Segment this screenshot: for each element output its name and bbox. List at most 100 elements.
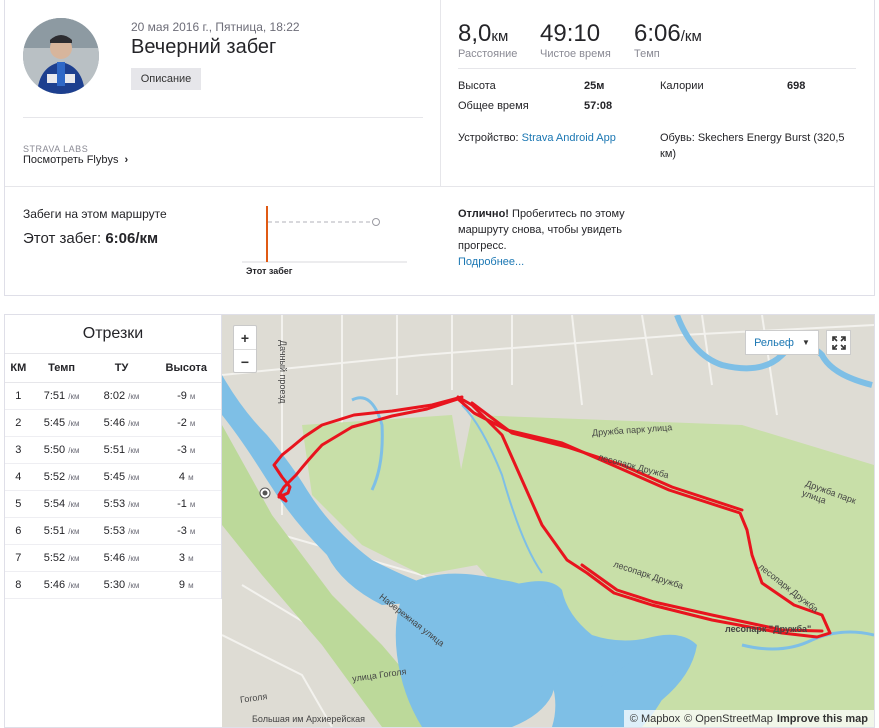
flyby-link-label: Посмотреть Flybys [23,154,119,166]
splits-row: 7 5:52 /км 5:46 /км 3 м [5,544,221,572]
map-layer-select[interactable]: Рельеф ▼ [745,330,819,355]
split-km: 4 [5,463,32,491]
device-label: Устройство: [458,132,519,144]
pace-label: Темп [634,48,660,60]
fullscreen-icon [831,335,846,350]
split-gap: 5:51 /км [91,436,152,464]
divider [440,0,441,186]
route-advice: Отлично! Пробегитесь по этому маршруту с… [458,206,648,270]
route-runs-title: Забеги на этом маршруте [23,207,167,221]
advice-bold: Отлично! [458,208,509,220]
map-canvas [222,315,874,727]
stat-pace: 6:06/км Темп [634,20,702,60]
split-pace: 5:51 /км [31,517,92,545]
shoes-info: Обувь: Skechers Energy Burst (320,5 км) [660,130,860,162]
split-km: 3 [5,436,32,464]
splits-map-panel: Отрезки КМ Темп ТУ Высота 1 7:51 /км 8:02 … [4,314,875,728]
this-run-pace: Этот забег: 6:06/км [23,230,158,247]
zoom-out-button[interactable]: − [234,350,256,373]
split-km: 2 [5,409,32,437]
zoom-control: + − [233,325,257,373]
split-km: 5 [5,490,32,518]
flyby-link[interactable]: Посмотреть Flybys › [23,154,128,166]
route-compare-chart: Этот забег [242,200,412,280]
split-gap: 5:45 /км [91,463,152,491]
pace-value: 6:06 [634,20,681,47]
mapbox-link[interactable]: © Mapbox [630,713,680,725]
activity-header-panel: 20 мая 2016 г., Пятница, 18:22 Вечерний … [4,0,875,296]
calories-value: 698 [787,80,806,92]
split-km: 8 [5,571,32,599]
split-pace: 5:54 /км [31,490,92,518]
column-header-km: КМ [5,354,32,383]
description-button[interactable]: Описание [131,68,201,90]
stat-moving-time: 49:10 Чистое время [540,20,611,60]
route-map[interactable]: Дружба парк улица Дружба парк улица лесо… [222,315,874,727]
column-header-elevation: Высота [151,354,221,383]
chart-this-run-label: Этот забег [246,266,293,276]
activity-title: Вечерний забег [131,36,277,58]
split-km: 6 [5,517,32,545]
distance-value: 8,0 [458,20,492,47]
divider [458,68,856,69]
map-attribution: © Mapbox © OpenStreetMap Improve this ma… [623,710,874,727]
split-km: 7 [5,544,32,572]
column-header-pace: Темп [31,354,92,383]
shoes-label: Обувь: [660,132,695,144]
moving-time-label: Чистое время [540,48,611,60]
elapsed-time-value: 57:08 [584,100,613,112]
device-link[interactable]: Strava Android App [522,132,616,144]
split-pace: 5:52 /км [31,463,92,491]
splits-row: 5 5:54 /км 5:53 /км -1 м [5,490,221,518]
splits-row: 8 5:46 /км 5:30 /км 9 м [5,571,221,599]
splits-header-row: КМ Темп ТУ Высота [5,354,221,383]
split-gap: 5:53 /км [91,490,152,518]
activity-date: 20 мая 2016 г., Пятница, 18:22 [131,20,300,34]
athlete-avatar[interactable] [23,18,99,94]
splits-row: 3 5:50 /км 5:51 /км -3 м [5,436,221,464]
divider [5,186,874,187]
improve-map-link[interactable]: Improve this map [777,713,868,725]
this-run-value: 6:06/км [105,230,159,247]
split-pace: 5:50 /км [31,436,92,464]
splits-row: 1 7:51 /км 8:02 /км -9 м [5,382,221,410]
splits-row: 6 5:51 /км 5:53 /км -3 м [5,517,221,545]
split-gap: 8:02 /км [91,382,152,410]
map-layer-label: Рельеф [754,336,794,349]
split-elevation: 4 м [151,463,221,491]
advice-more-link[interactable]: Подробнее... [458,256,524,268]
zoom-in-button[interactable]: + [234,326,256,349]
split-pace: 5:45 /км [31,409,92,437]
osm-link[interactable]: © OpenStreetMap [684,713,773,725]
split-pace: 5:46 /км [31,571,92,599]
elevation-value: 25м [584,80,605,92]
map-label-park: лесопарк "Дружба" [725,624,812,634]
caret-down-icon: ▼ [802,338,810,347]
split-pace: 5:52 /км [31,544,92,572]
split-gap: 5:53 /км [91,517,152,545]
calories-label: Калории [660,80,704,92]
chevron-right-icon: › [124,154,129,166]
split-elevation: 3 м [151,544,221,572]
distance-unit: км [491,28,509,45]
split-elevation: -3 м [151,436,221,464]
splits-title: Отрезки [5,315,221,354]
splits-table: КМ Темп ТУ Высота 1 7:51 /км 8:02 /км -9 м2… [5,354,221,599]
split-gap: 5:46 /км [91,544,152,572]
split-elevation: 9 м [151,571,221,599]
fullscreen-button[interactable] [826,330,851,355]
elapsed-time-label: Общее время [458,100,529,112]
splits-row: 2 5:45 /км 5:46 /км -2 м [5,409,221,437]
split-gap: 5:30 /км [91,571,152,599]
device-info: Устройство: Strava Android App [458,132,616,144]
split-elevation: -2 м [151,409,221,437]
moving-time-value: 49:10 [540,20,601,47]
split-km: 1 [5,382,32,410]
map-label-street: Большая им Архиерейская [252,714,365,724]
splits-table-panel: Отрезки КМ Темп ТУ Высота 1 7:51 /км 8:02 … [5,315,222,599]
divider [23,117,423,118]
strava-labs-label: STRAVA LABS [23,144,89,154]
map-label-street: Дачный проезд [278,340,288,404]
elevation-label: Высота [458,80,496,92]
splits-row: 4 5:52 /км 5:45 /км 4 м [5,463,221,491]
